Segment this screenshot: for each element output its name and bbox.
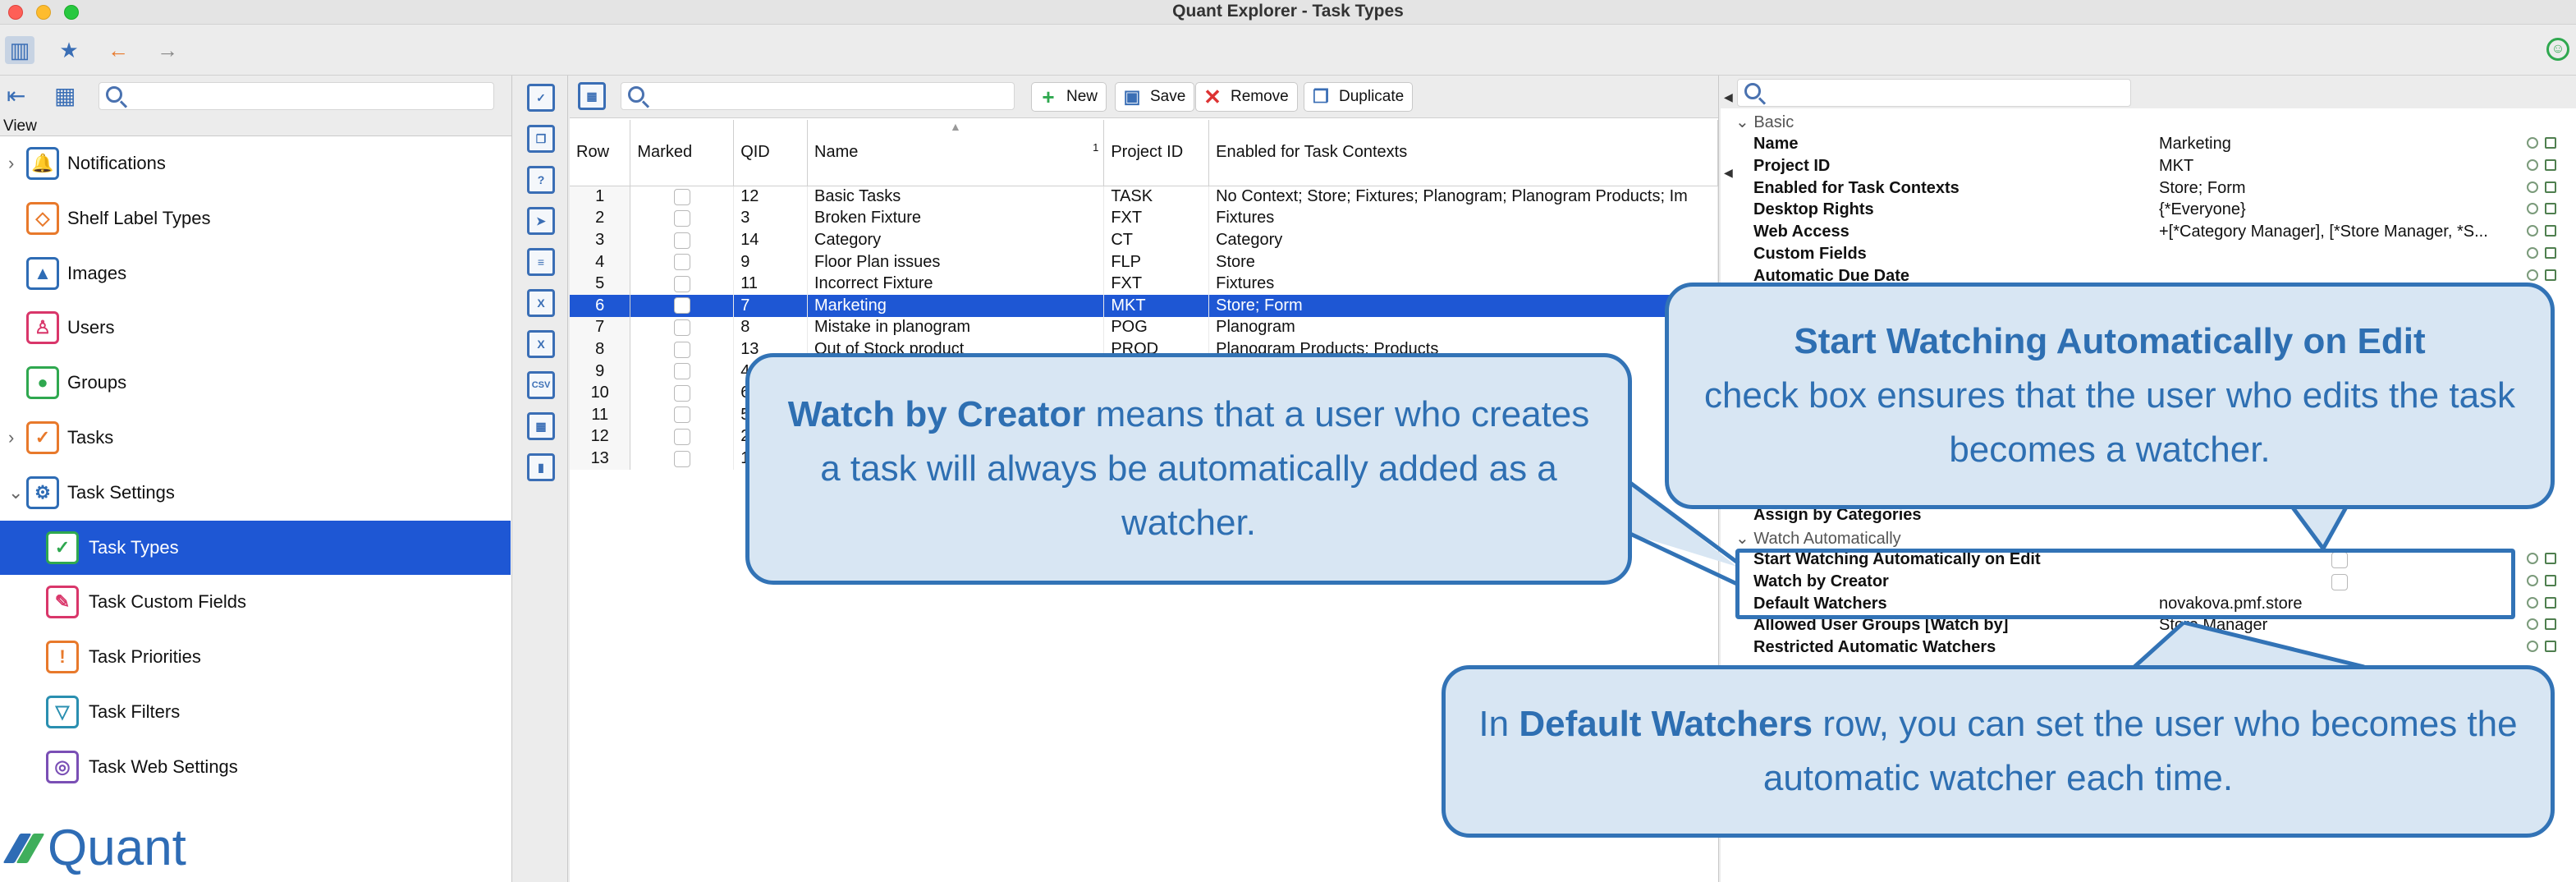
callout-default-watchers-body: row, you can set the user who becomes th… [1762,704,2518,798]
callout-default-watchers-text: In Default Watchers row, you can set the… [1470,697,2526,806]
callout-watch-by-creator-bold: Watch by Creator [787,394,1086,434]
callout-start-watching-body: check box ensures that the user who edit… [1703,375,2516,470]
callout-start-watching-bold: Start Watching Automatically on Edit [1794,321,2426,361]
callout-default-watchers-bold: Default Watchers [1519,704,1813,744]
callout-default-watchers-pre: In [1478,704,1519,744]
callout-start-watching-on-edit: Start Watching Automatically on Edit chec… [1665,283,2555,509]
callout-default-watchers: In Default Watchers row, you can set the… [1442,665,2555,838]
callout-watch-by-creator-text: Watch by Creator means that a user who c… [774,388,1603,550]
callout-start-watching-text: Start Watching Automatically on Edit chec… [1694,315,2526,477]
callout-watch-by-creator: Watch by Creator means that a user who c… [745,353,1632,585]
watch-settings-highlight [1735,549,2515,619]
